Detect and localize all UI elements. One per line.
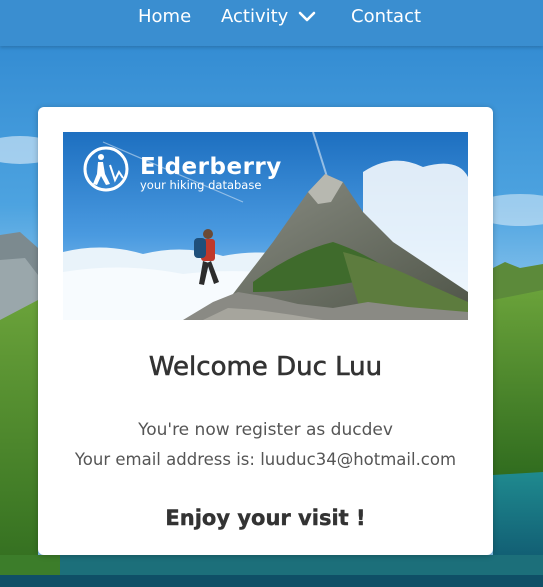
- welcome-card: Elderberry your hiking database Welcome …: [38, 107, 493, 555]
- logo-tagline: your hiking database: [140, 178, 262, 192]
- registration-text: You're now register as ducdev: [138, 420, 393, 440]
- nav-activity-link[interactable]: Activity: [221, 5, 288, 29]
- nav-home-link[interactable]: Home: [138, 5, 191, 29]
- closing-message: Enjoy your visit !: [165, 506, 366, 530]
- chevron-down-icon[interactable]: [297, 9, 317, 25]
- welcome-heading: Welcome Duc Luu: [148, 352, 383, 383]
- logo-title: Elderberry: [140, 154, 282, 180]
- email-text: Your email address is: luuduc34@hotmail.…: [74, 450, 457, 469]
- nav-contact-link[interactable]: Contact: [351, 5, 421, 29]
- top-navbar: Home Activity Contact: [0, 0, 543, 46]
- hero-banner: Elderberry your hiking database: [63, 132, 468, 320]
